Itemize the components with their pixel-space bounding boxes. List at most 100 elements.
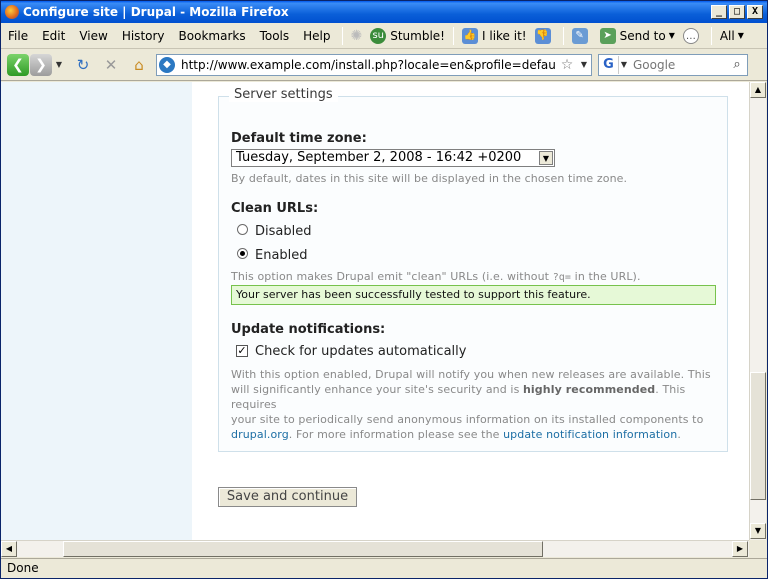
google-engine-icon[interactable]: G — [599, 55, 619, 74]
scroll-down-button[interactable]: ▼ — [750, 523, 766, 539]
url-dropdown[interactable]: ▼ — [577, 60, 591, 69]
toolbar-separator — [453, 26, 454, 45]
search-box[interactable]: G ▼ ⌕ — [598, 53, 748, 76]
sendto-label: Send to — [619, 28, 666, 43]
forward-arrow-icon: ❯ — [35, 56, 47, 73]
clean-urls-label: Clean URLs: — [231, 201, 319, 216]
address-bar[interactable]: ◆ ☆ ▼ — [156, 53, 592, 76]
back-arrow-icon: ❮ — [12, 56, 24, 73]
browser-window: Configure site | Drupal - Mozilla Firefo… — [0, 0, 768, 579]
page-viewport: Server settings Default time zone: Tuesd… — [1, 82, 749, 540]
home-button[interactable]: ⌂ — [128, 54, 150, 76]
all-label: All — [719, 28, 735, 43]
status-bar: Done — [1, 558, 767, 578]
update-checkbox-label[interactable]: Check for updates automatically — [255, 344, 466, 359]
clean-urls-description: This option makes Drupal emit "clean" UR… — [231, 269, 641, 285]
minimize-button[interactable]: _ — [711, 5, 727, 19]
server-settings-fieldset: Server settings Default time zone: Tuesd… — [218, 87, 728, 452]
thumbs-up-icon: 👍 — [462, 27, 478, 44]
menu-edit[interactable]: Edit — [35, 29, 72, 43]
drupal-org-link[interactable]: drupal.org — [231, 428, 289, 441]
search-input[interactable] — [629, 57, 727, 72]
tag-icon: ✎ — [571, 27, 588, 44]
speech-bubble-icon: … — [682, 27, 699, 44]
scrollbar-corner — [749, 540, 766, 557]
sendto-button[interactable]: ➤ Send to ▼ — [596, 27, 679, 44]
clean-urls-disabled-radio[interactable] — [237, 224, 248, 235]
drupal-favicon-icon: ◆ — [159, 56, 175, 73]
chevron-down-icon: ▼ — [539, 151, 553, 165]
scroll-left-button[interactable]: ◀ — [1, 541, 17, 557]
success-message: Your server has been successfully tested… — [231, 285, 716, 305]
update-desc-4: . For more information please see the — [288, 428, 504, 441]
comment-button[interactable]: … — [679, 27, 707, 44]
update-description: With this option enabled, Drupal will no… — [231, 367, 726, 442]
send-icon: ➤ — [599, 27, 616, 44]
stop-button[interactable]: ✕ — [100, 54, 122, 76]
vertical-scroll-thumb[interactable] — [750, 372, 766, 500]
status-text: Done — [7, 561, 39, 575]
menu-view[interactable]: View — [72, 29, 114, 43]
toolbar-separator — [341, 26, 343, 45]
update-desc-line3: your site to periodically send anonymous… — [231, 413, 704, 426]
menu-history[interactable]: History — [115, 29, 172, 43]
like-label: I like it! — [482, 28, 527, 43]
update-notifications-label: Update notifications: — [231, 322, 386, 337]
clean-desc-code: ?q= — [552, 272, 572, 283]
clean-desc-text: This option makes Drupal emit "clean" UR… — [231, 270, 553, 283]
stumbleupon-icon: su — [370, 27, 387, 44]
page-sidebar — [1, 82, 192, 540]
clean-urls-enabled-label[interactable]: Enabled — [255, 248, 308, 263]
clean-urls-disabled-label[interactable]: Disabled — [255, 224, 311, 239]
toolbar-separator — [710, 26, 712, 45]
timezone-select[interactable]: Tuesday, September 2, 2008 - 16:42 +0200… — [231, 149, 555, 167]
menu-file[interactable]: File — [1, 29, 35, 43]
horizontal-scrollbar[interactable]: ◀ ▶ — [1, 540, 749, 557]
save-and-continue-button[interactable]: Save and continue — [218, 487, 357, 507]
update-desc-line1: With this option enabled, Drupal will no… — [231, 368, 711, 381]
scroll-right-button[interactable]: ▶ — [732, 541, 748, 557]
firefox-icon — [5, 5, 19, 19]
url-input[interactable] — [181, 57, 557, 72]
update-desc-2a: will significantly enhance your site's s… — [231, 383, 523, 396]
like-button[interactable]: 👍 I like it! — [458, 27, 531, 44]
toolbar-separator — [562, 26, 564, 45]
maximize-button[interactable]: □ — [729, 5, 745, 19]
title-bar: Configure site | Drupal - Mozilla Firefo… — [1, 1, 767, 23]
scroll-up-button[interactable]: ▲ — [750, 82, 766, 98]
engine-dropdown[interactable]: ▼ — [619, 60, 629, 69]
search-icon[interactable]: ⌕ — [727, 57, 747, 72]
all-button[interactable]: All ▼ — [716, 29, 748, 43]
update-desc-line4: drupal.org. For more information please … — [231, 427, 726, 442]
vertical-scrollbar[interactable]: ▲ ▼ — [749, 82, 766, 540]
stumble-button[interactable]: su Stumble! — [366, 27, 449, 44]
clean-desc-text-end: in the URL). — [571, 270, 641, 283]
home-icon: ⌂ — [134, 55, 144, 74]
update-info-link[interactable]: update notification information — [503, 428, 677, 441]
back-button[interactable]: ❮ — [7, 53, 29, 76]
dislike-button[interactable]: 👎 — [531, 27, 559, 44]
chevron-down-icon: ▼ — [668, 31, 675, 40]
menu-bookmarks[interactable]: Bookmarks — [172, 29, 253, 43]
spinner-icon: ✺ — [350, 27, 363, 44]
fieldset-legend: Server settings — [229, 87, 338, 102]
chevron-down-icon: ▼ — [737, 31, 744, 40]
menu-help[interactable]: Help — [296, 29, 337, 43]
clean-urls-enabled-radio[interactable] — [237, 248, 248, 259]
update-checkbox[interactable]: ✓ — [236, 345, 248, 357]
tag-button[interactable]: ✎ — [568, 27, 596, 44]
reload-button[interactable]: ↻ — [72, 54, 94, 76]
reload-icon: ↻ — [76, 55, 90, 74]
menu-bar: File Edit View History Bookmarks Tools H… — [1, 23, 767, 49]
close-button[interactable]: X — [747, 5, 763, 19]
update-desc-5: . — [677, 428, 681, 441]
forward-button[interactable]: ❯ — [30, 53, 52, 76]
stop-icon: ✕ — [104, 55, 118, 74]
horizontal-scroll-thumb[interactable] — [63, 541, 543, 557]
stumble-label: Stumble! — [390, 28, 445, 43]
window-title: Configure site | Drupal - Mozilla Firefo… — [23, 5, 289, 19]
menu-tools[interactable]: Tools — [253, 29, 297, 43]
bookmark-star-icon[interactable]: ☆ — [557, 57, 577, 73]
history-dropdown[interactable]: ▼ — [52, 60, 66, 69]
navigation-toolbar: ❮ ❯ ▼ ↻ ✕ ⌂ ◆ ☆ ▼ G ▼ ⌕ — [1, 49, 767, 81]
